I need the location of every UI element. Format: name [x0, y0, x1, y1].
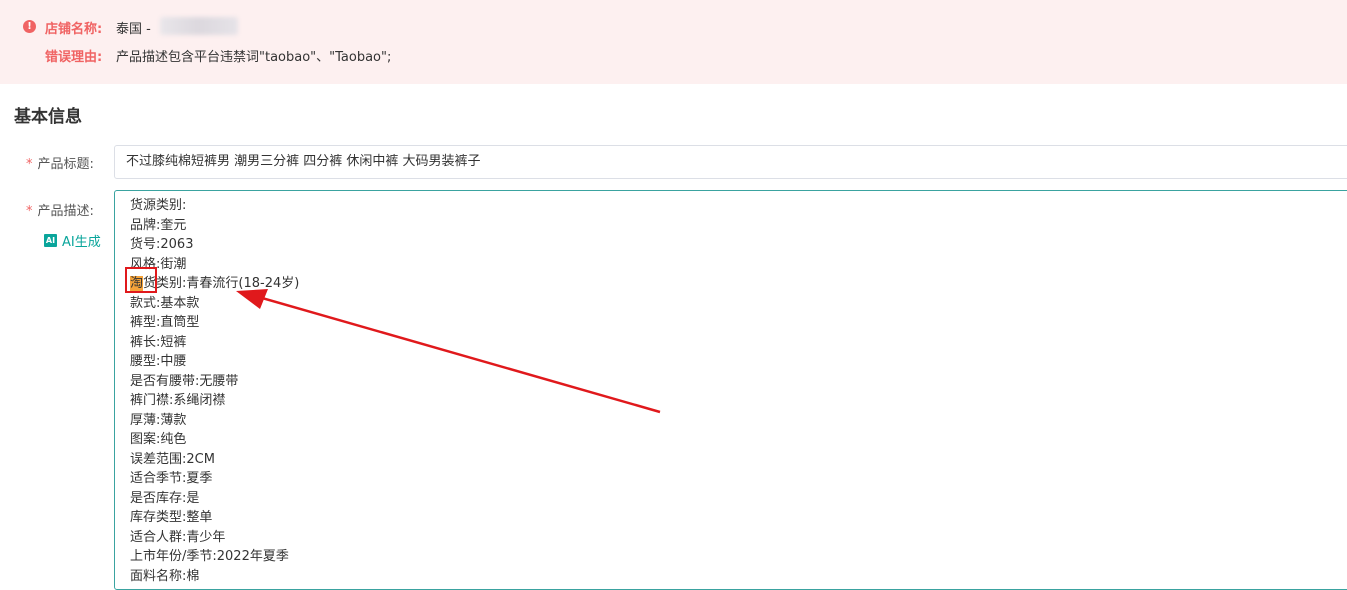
desc-line: 图案:纯色	[130, 432, 187, 447]
annotation-box	[125, 267, 157, 293]
required-mark: *	[26, 157, 33, 172]
desc-line: 厚薄:薄款	[130, 412, 187, 428]
ai-icon: AI	[44, 234, 57, 247]
desc-line: 裤门襟:系绳闭襟	[130, 393, 226, 408]
desc-line: 裤长:短裤	[130, 334, 187, 350]
desc-line: 面料名称:棉	[130, 568, 200, 584]
error-reason-value: 产品描述包含平台违禁词"taobao"、"Taobao";	[116, 50, 392, 65]
desc-line: 腰型:中腰	[130, 354, 187, 369]
desc-line: 货源类别:	[130, 198, 187, 213]
desc-line: 是否有腰带:无腰带	[130, 373, 239, 389]
desc-line: 上市年份/季节:2022年夏季	[130, 549, 289, 564]
desc-line: 适合人群:青少年	[130, 529, 226, 545]
product-title-label: * 产品标题:	[26, 153, 94, 172]
product-desc-label-text: 产品描述:	[37, 204, 94, 219]
error-banner: ! 店铺名称: 泰国 - 错误理由: 产品描述包含平台违禁词"taobao"、"…	[0, 0, 1347, 84]
store-name-label: 店铺名称:	[45, 22, 103, 37]
desc-lines: 货源类别: 品牌:奎元 货号:2063 风格:街潮 淘货类别:青春流行(18-2…	[130, 196, 299, 586]
desc-line: 款式:基本款	[130, 295, 200, 311]
desc-line-rest: 货类别:青春流行(18-24岁)	[143, 276, 300, 291]
desc-line: 误差范围:2CM	[130, 451, 215, 467]
desc-line: 适合季节:夏季	[130, 471, 213, 486]
desc-line: 货号:2063	[130, 237, 194, 252]
product-title-label-text: 产品标题:	[37, 157, 94, 172]
error-icon: !	[23, 20, 36, 33]
ai-generate-button[interactable]: AI AI生成	[44, 231, 101, 250]
store-name-value: 泰国 -	[116, 22, 151, 37]
section-title: 基本信息	[14, 107, 82, 127]
redacted-store-name	[160, 17, 238, 35]
required-mark: *	[26, 204, 33, 219]
ai-generate-label: AI生成	[62, 235, 101, 250]
desc-line: 品牌:奎元	[130, 217, 187, 233]
product-desc-textarea[interactable]: 货源类别: 品牌:奎元 货号:2063 风格:街潮 淘货类别:青春流行(18-2…	[114, 190, 1347, 590]
desc-line: 裤型:直筒型	[130, 315, 200, 330]
desc-line: 库存类型:整单	[130, 510, 213, 525]
product-title-input[interactable]: 不过膝纯棉短裤男 潮男三分裤 四分裤 休闲中裤 大码男装裤子	[114, 145, 1347, 179]
desc-line: 是否库存:是	[130, 490, 200, 506]
error-reason-label: 错误理由:	[45, 50, 103, 65]
product-desc-label: * 产品描述:	[26, 200, 94, 219]
